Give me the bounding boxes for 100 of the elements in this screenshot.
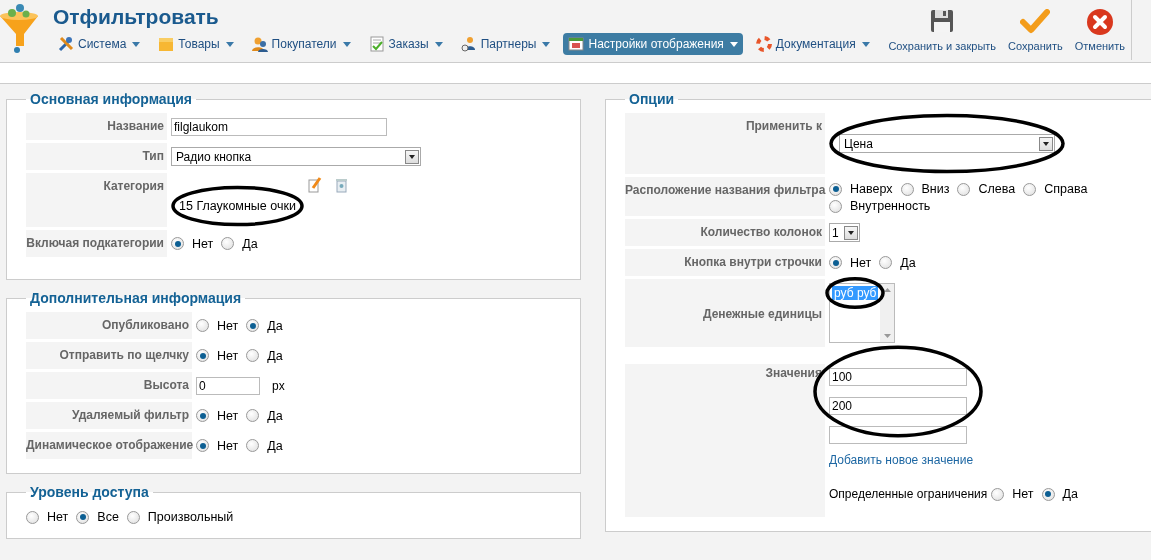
field-label: Категория [26, 173, 167, 227]
scroll-up-icon[interactable] [883, 288, 891, 292]
select-field[interactable]: Радио кнопка [171, 147, 421, 166]
field-label: Название [26, 113, 167, 140]
radio-label: Да [267, 408, 283, 423]
radio-label: Нет [850, 255, 872, 270]
radio-button[interactable] [126, 510, 140, 524]
field-label: Кнопка внутри строчки [625, 249, 825, 276]
section-title: Основная информация [29, 91, 193, 107]
menu-item[interactable]: Заказы [363, 33, 448, 55]
radio-button[interactable] [900, 182, 914, 196]
field-label: Включая подкатегории [26, 230, 167, 257]
scrollbar[interactable] [880, 284, 894, 342]
radio-label: Нет [217, 348, 239, 363]
box-icon [158, 36, 175, 52]
radio-button[interactable] [76, 510, 90, 524]
toolbar-button[interactable]: Сохранить [1002, 8, 1069, 52]
radio-button[interactable] [246, 349, 260, 362]
radio-label: Произвольный [147, 510, 234, 524]
radio-button[interactable] [246, 439, 260, 452]
menu-item[interactable]: Партнеры [455, 33, 556, 55]
radio-button[interactable] [1041, 487, 1055, 501]
section-title: Опции [628, 91, 676, 107]
radio-label: Да [267, 438, 283, 453]
text-field[interactable]: 200 [829, 397, 967, 415]
toolbar-button[interactable]: Отменить [1068, 8, 1131, 52]
lifebuoy-icon [755, 36, 772, 52]
trash-icon[interactable] [335, 178, 347, 193]
radio-label: Нет [217, 438, 239, 453]
scroll-down-icon[interactable] [883, 334, 891, 338]
menu-item[interactable]: Покупатели [246, 33, 356, 55]
unit-label: px [272, 378, 285, 393]
radio-label: Нет [47, 510, 69, 524]
radio-button[interactable] [1023, 182, 1037, 196]
cancel-icon [1085, 8, 1114, 36]
text-field[interactable] [829, 426, 967, 444]
radio-button[interactable] [246, 409, 260, 422]
radio-button[interactable] [829, 199, 842, 213]
radio-button[interactable] [196, 349, 209, 362]
select-field[interactable]: 1 [829, 223, 860, 242]
caret-icon [434, 41, 443, 47]
radio-button[interactable] [991, 487, 1005, 501]
field-label: Тип [26, 143, 167, 170]
radio-label: Справа [1044, 182, 1088, 196]
radio-button[interactable] [221, 237, 235, 250]
radio-label: Слева [978, 182, 1016, 196]
display-icon [568, 36, 585, 52]
radio-button[interactable] [196, 319, 209, 332]
radio-button[interactable] [957, 182, 971, 196]
caret-icon [225, 41, 234, 47]
field-label: Количество колонок [625, 219, 825, 246]
radio-button[interactable] [829, 256, 842, 269]
field-label: Высота [26, 372, 192, 399]
tools-icon [58, 36, 74, 52]
caret-icon [542, 41, 551, 47]
radio-label: Да [900, 255, 916, 270]
radio-button[interactable] [171, 237, 184, 250]
menu-item[interactable]: Настройки отображения [563, 33, 743, 55]
radio-button[interactable] [196, 439, 209, 452]
menu-item[interactable]: Система [53, 33, 146, 55]
radio-label: Да [267, 318, 283, 333]
radio-button[interactable] [829, 182, 842, 196]
select-field[interactable]: Цена [839, 134, 1055, 153]
caret-icon [861, 41, 870, 47]
field-label: Динамическое отображение [26, 432, 192, 459]
caret-icon [132, 41, 141, 47]
add-value-link[interactable]: Добавить новое значение [829, 453, 974, 467]
section-title: Уровень доступа [29, 484, 150, 500]
page-title: Отфильтровать [53, 6, 220, 28]
radio-label: Вниз [921, 182, 950, 196]
radio-label: Наверх [850, 182, 893, 196]
toolbar-button[interactable]: Сохранить и закрыть [882, 8, 1003, 52]
radio-button[interactable] [246, 319, 260, 332]
radio-label: Все [97, 510, 119, 524]
radio-label: Нет [1012, 487, 1034, 501]
text-field[interactable]: 0 [196, 376, 260, 395]
caret-icon [342, 41, 351, 47]
checkmark-icon [1020, 9, 1051, 35]
radio-label: Нет [192, 236, 214, 251]
funnel-icon [0, 2, 40, 54]
field-label: Определенные ограничения [829, 487, 988, 501]
menu-item[interactable]: Товары [153, 33, 239, 55]
caret-icon [729, 41, 738, 47]
field-label: Денежные единицы [625, 279, 825, 347]
radio-label: Нет [217, 408, 239, 423]
field-label: Расположение названия фильтра [625, 177, 825, 216]
radio-button[interactable] [26, 510, 39, 524]
category-value: 15 Глаукомные очки [179, 199, 296, 213]
pencil-icon[interactable] [307, 177, 322, 193]
text-field[interactable]: 100 [829, 368, 967, 386]
text-field[interactable]: filglaukom [171, 117, 387, 136]
field-label: Отправить по щелчку [26, 342, 192, 369]
radio-label: Нет [217, 318, 239, 333]
radio-button[interactable] [879, 256, 893, 269]
menu-item[interactable]: Документация [750, 33, 875, 55]
users-icon [460, 36, 477, 52]
section-title: Дополнительная информация [29, 290, 243, 306]
radio-button[interactable] [196, 409, 209, 422]
radio-label: Внутренность [850, 199, 931, 213]
radio-label: Да [1062, 487, 1078, 501]
